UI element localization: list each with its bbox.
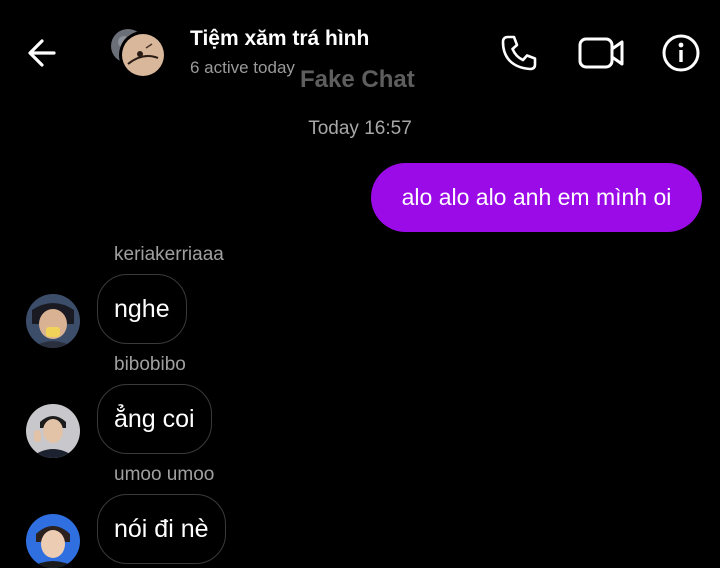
incoming-message-bubble[interactable]: nghe bbox=[97, 274, 187, 344]
sender-name: keriakerriaaa bbox=[114, 244, 224, 265]
active-status: 6 active today bbox=[190, 58, 295, 77]
phone-icon[interactable] bbox=[496, 30, 542, 76]
message-timestamp: Today 16:57 bbox=[308, 118, 412, 139]
incoming-message-bubble[interactable]: ẳng coi bbox=[97, 384, 212, 454]
avatar[interactable] bbox=[26, 514, 80, 568]
avatar[interactable] bbox=[26, 294, 80, 348]
chat-title[interactable]: Tiệm xăm trá hình bbox=[190, 27, 369, 51]
back-arrow-icon[interactable] bbox=[24, 34, 64, 72]
video-camera-icon[interactable] bbox=[574, 30, 628, 76]
info-icon[interactable] bbox=[656, 28, 706, 78]
sender-name: bibobibo bbox=[114, 354, 186, 375]
watermark: Fake Chat bbox=[300, 66, 415, 93]
group-avatar[interactable] bbox=[106, 28, 168, 80]
incoming-message-bubble[interactable]: nói đi nè bbox=[97, 494, 226, 564]
avatar[interactable] bbox=[26, 404, 80, 458]
sender-name: umoo umoo bbox=[114, 464, 215, 485]
outgoing-message-bubble[interactable]: alo alo alo anh em mình oi bbox=[371, 163, 702, 232]
